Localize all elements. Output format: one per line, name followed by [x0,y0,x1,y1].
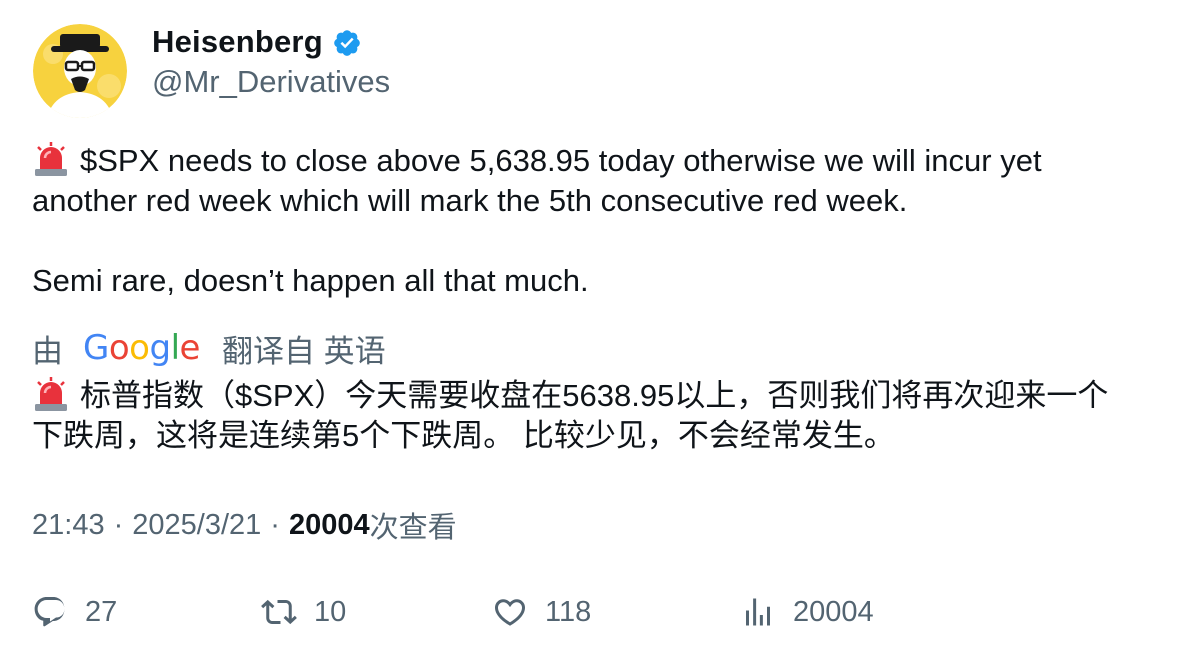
translation-prefix: 由 [32,333,63,369]
police-siren-icon [35,142,67,176]
like-button[interactable]: 118 [492,590,591,634]
separator-dot: · [113,508,124,541]
heisenberg-avatar-icon [33,24,127,118]
retweet-icon [261,599,297,625]
translation-attribution[interactable]: 由 Google 翻译自 英语 [32,328,386,369]
tweet-line-1: $SPX needs to close above 5,638.95 today… [32,141,1172,181]
author-display-name[interactable]: Heisenberg [152,24,323,60]
tweet-line-2: another red week which will mark the 5th… [32,183,908,218]
reply-count: 27 [85,595,118,628]
separator-dot: · [270,508,280,541]
retweet-button[interactable]: 10 [261,590,346,634]
heart-icon [494,599,526,626]
translated-line-1: 标普指数（$SPX）今天需要收盘在5638.95以上，否则我们将再次迎来一个 [32,376,1182,416]
tweet-text: $SPX needs to close above 5,638.95 today… [32,141,1172,301]
avatar[interactable] [33,24,127,118]
tweet-line-1-text: $SPX needs to close above 5,638.95 today… [80,143,1042,178]
tweet-meta: 21:43 · 2025/3/21 · 20004 次查看 [32,505,457,545]
author-name-row: Heisenberg [152,22,362,62]
translated-text: 标普指数（$SPX）今天需要收盘在5638.95以上，否则我们将再次迎来一个 下… [32,376,1182,456]
views-label: 次查看 [369,512,457,544]
verified-badge-icon[interactable] [332,28,362,58]
like-count: 118 [545,595,592,628]
tweet-date[interactable]: 2025/3/21 [132,509,261,542]
retweet-count: 10 [314,595,347,628]
action-bar: 27 10 118 20004 [0,590,1196,634]
google-logo: Google [83,328,200,368]
views-action-count: 20004 [793,595,874,628]
views-button[interactable]: 20004 [740,590,874,634]
reply-icon [34,597,65,627]
tweet-blank-line [32,221,1172,261]
tweet-time[interactable]: 21:43 [32,509,105,542]
tweet-line-3: Semi rare, doesn’t happen all that much. [32,263,589,298]
analytics-icon [746,598,770,626]
reply-button[interactable]: 27 [32,590,117,634]
translation-suffix: 翻译自 英语 [221,333,386,369]
views-count: 20004 [288,508,370,541]
translated-line-2: 下跌周，这将是连续第5个下跌周。 比较少见，不会经常发生。 [32,418,895,453]
translated-line-1-text: 标普指数（$SPX）今天需要收盘在5638.95以上，否则我们将再次迎来一个 [80,378,1109,413]
author-handle[interactable]: @Mr_Derivatives [152,64,390,100]
police-siren-icon [35,377,67,411]
